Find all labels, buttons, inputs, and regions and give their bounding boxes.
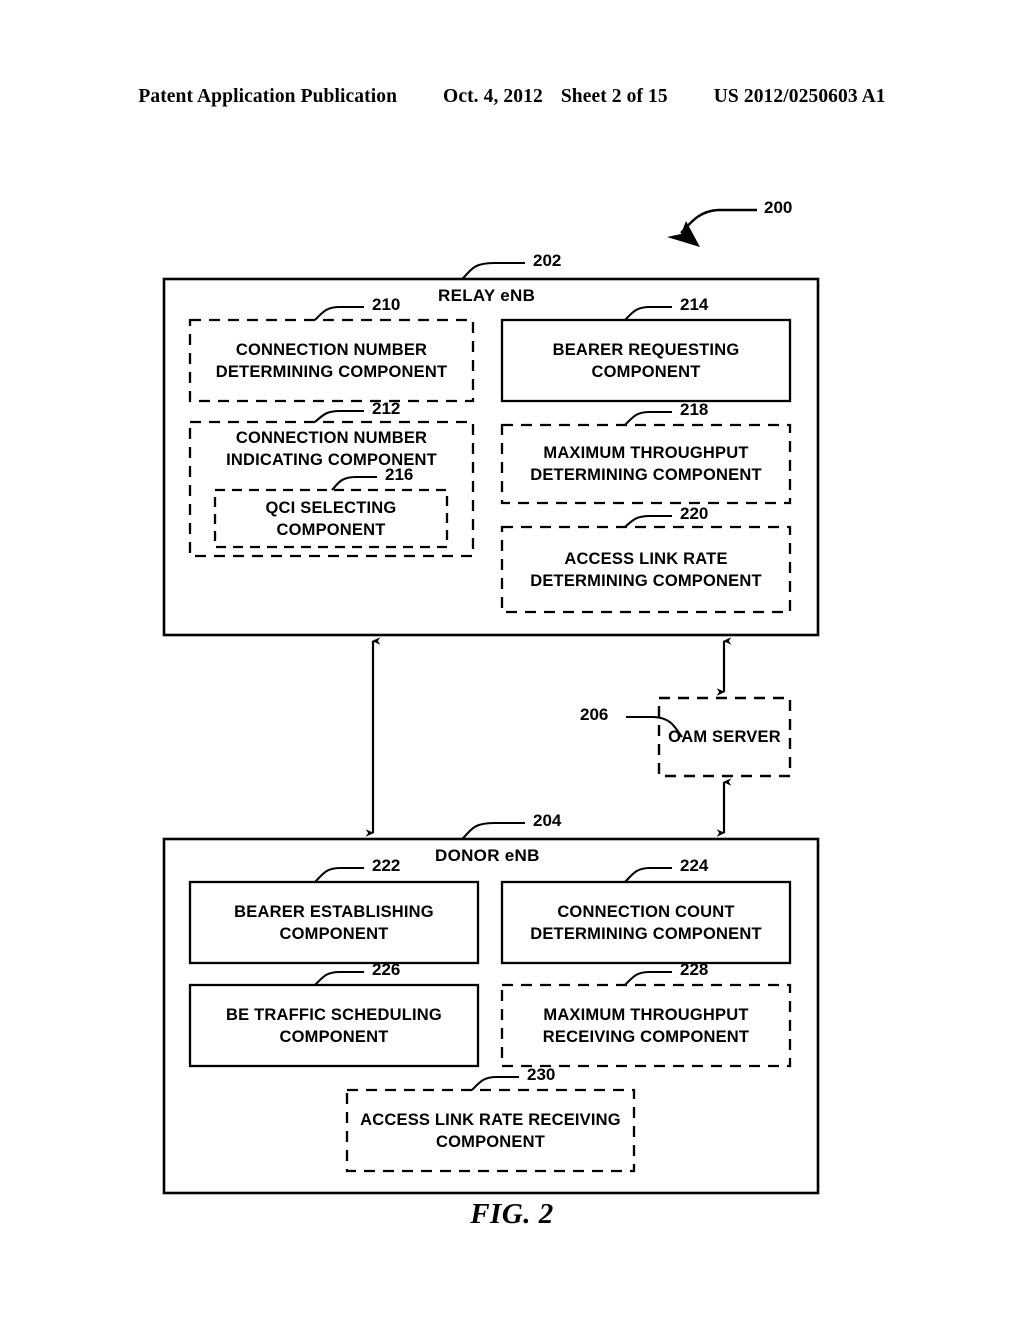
box-230 [345, 1088, 636, 1173]
ref-number-224: 224 [680, 856, 709, 875]
ref-number-230: 230 [527, 1065, 556, 1084]
donor-enb-title: DONOR eNB [435, 846, 540, 865]
box-210 [188, 318, 475, 403]
ref-number-222: 222 [372, 856, 401, 875]
ref-number-206: 206 [580, 705, 609, 724]
ref-leader-210 [314, 305, 364, 321]
ref-leader-220 [624, 514, 672, 528]
ref-leader-218 [624, 410, 672, 426]
figure-caption: FIG. 2 [470, 1198, 554, 1230]
ref-number-212: 212 [372, 399, 401, 418]
box-228 [500, 983, 792, 1068]
box-226 [188, 983, 480, 1068]
ref-leader-228 [624, 970, 672, 986]
ref-number-214: 214 [680, 295, 709, 314]
relay-enb-title: RELAY eNB [438, 286, 536, 305]
box-224 [500, 880, 792, 965]
patent-figure: 200 202 210 214 212 216 218 220 206 204 … [0, 0, 1024, 1320]
box-220 [500, 525, 792, 614]
ref-number-216: 216 [385, 465, 414, 484]
ref-leader-226 [314, 970, 364, 986]
ref-leader-202 [461, 261, 525, 280]
ref-number-220: 220 [680, 504, 709, 523]
ref-leader-224 [624, 866, 672, 883]
ref-leader-212 [314, 409, 364, 423]
ref-number-200: 200 [764, 198, 793, 217]
relay-enb-container [162, 277, 820, 637]
ref-number-218: 218 [680, 400, 709, 419]
ref-leader-222 [314, 866, 364, 883]
ref-leader-216 [331, 475, 377, 491]
ref-leader-230 [471, 1075, 519, 1091]
ref-number-226: 226 [372, 960, 401, 979]
box-214 [500, 318, 792, 403]
box-oam-server [657, 696, 792, 778]
box-216 [213, 488, 449, 549]
ref-leader-206 [626, 715, 683, 738]
ref-number-210: 210 [372, 295, 401, 314]
box-222 [188, 880, 480, 965]
ref-leader-214 [624, 305, 672, 321]
box-218 [500, 423, 792, 505]
ref-leader-204 [461, 821, 525, 840]
ref-number-228: 228 [680, 960, 709, 979]
donor-enb-container [162, 837, 820, 1195]
ref-leader-200 [667, 208, 757, 247]
ref-number-204: 204 [533, 811, 562, 830]
ref-number-202: 202 [533, 251, 562, 270]
